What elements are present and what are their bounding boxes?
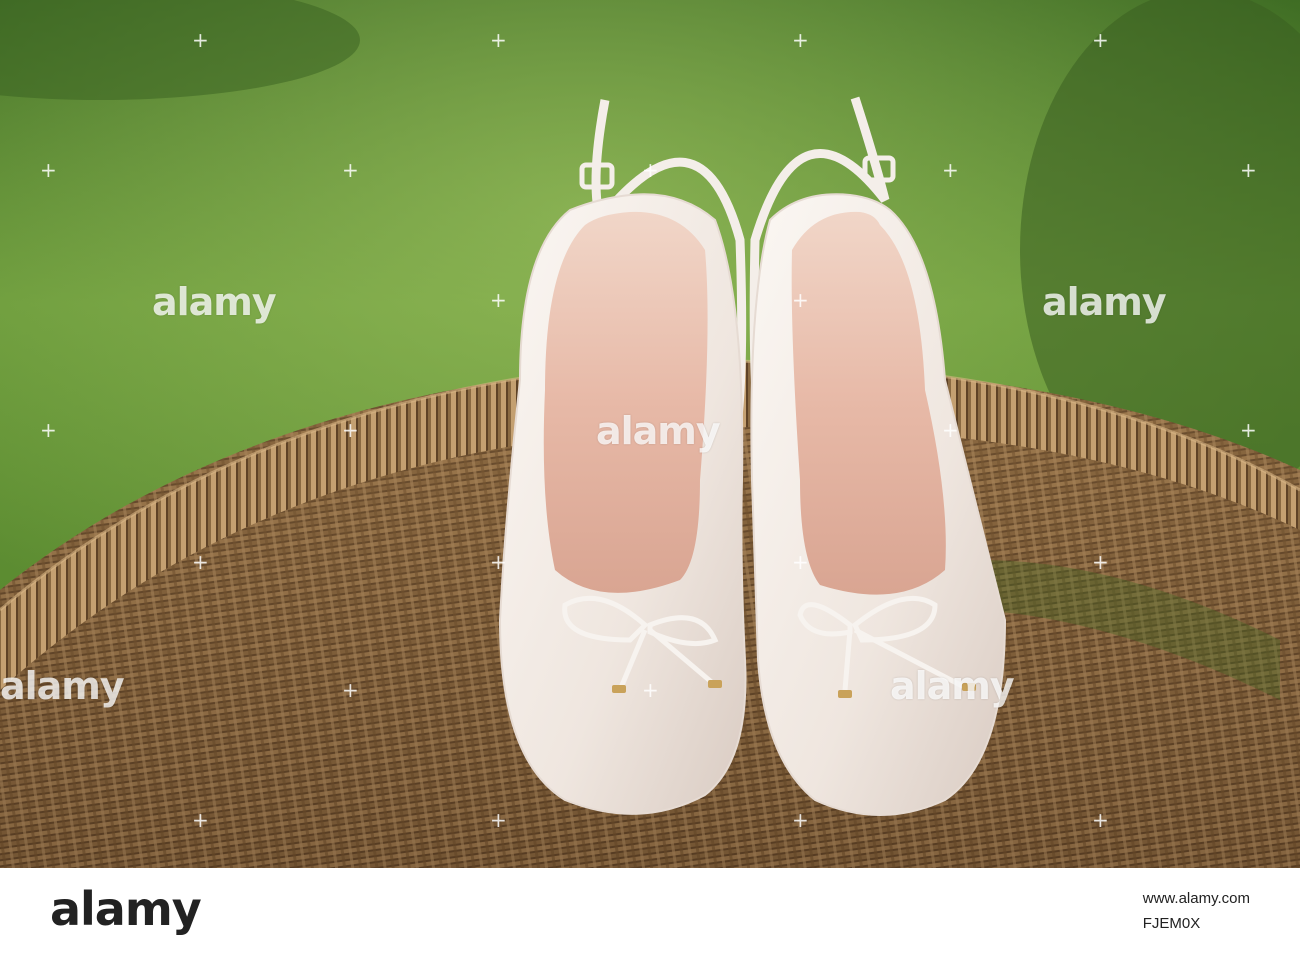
plus-mark-icon: + — [490, 808, 507, 832]
watermark-text: alamy — [596, 409, 721, 453]
watermark-text: alamy — [1042, 280, 1167, 324]
plus-mark-icon: + — [642, 678, 659, 702]
image-id: FJEM0X — [1142, 915, 1201, 932]
plus-mark-icon: + — [40, 418, 57, 442]
plus-mark-icon: + — [792, 550, 809, 574]
plus-mark-icon: + — [342, 158, 359, 182]
plus-mark-icon: + — [942, 158, 959, 182]
plus-mark-icon: + — [490, 28, 507, 52]
plus-mark-icon: + — [490, 288, 507, 312]
plus-mark-icon: + — [342, 418, 359, 442]
plus-mark-icon: + — [1092, 28, 1109, 52]
footer-logo: alamy — [50, 882, 202, 936]
plus-mark-icon: + — [792, 808, 809, 832]
plus-mark-icon: + — [792, 288, 809, 312]
plus-mark-icon: + — [1240, 418, 1257, 442]
footer-url[interactable]: www.alamy.com — [1143, 890, 1250, 907]
plus-mark-icon: + — [792, 28, 809, 52]
plus-mark-icon: + — [1092, 550, 1109, 574]
footer-bar: alamy www.alamy.com FJEM0X — [0, 868, 1300, 956]
plus-mark-icon: + — [192, 808, 209, 832]
watermark-text: alamy — [152, 280, 277, 324]
plus-mark-icon: + — [192, 550, 209, 574]
plus-mark-icon: + — [942, 418, 959, 442]
watermark-text: alamy — [890, 664, 1015, 708]
plus-mark-icon: + — [40, 158, 57, 182]
photo: alamy alamy alamy alamy alamy + + + + + … — [0, 0, 1300, 868]
plus-mark-icon: + — [192, 28, 209, 52]
watermark-text: alamy — [0, 664, 125, 708]
footer-info: www.alamy.com FJEM0X — [1143, 890, 1250, 932]
plus-mark-icon: + — [1240, 158, 1257, 182]
plus-mark-icon: + — [1092, 808, 1109, 832]
plus-mark-icon: + — [642, 158, 659, 182]
plus-mark-icon: + — [342, 678, 359, 702]
plus-mark-icon: + — [490, 550, 507, 574]
